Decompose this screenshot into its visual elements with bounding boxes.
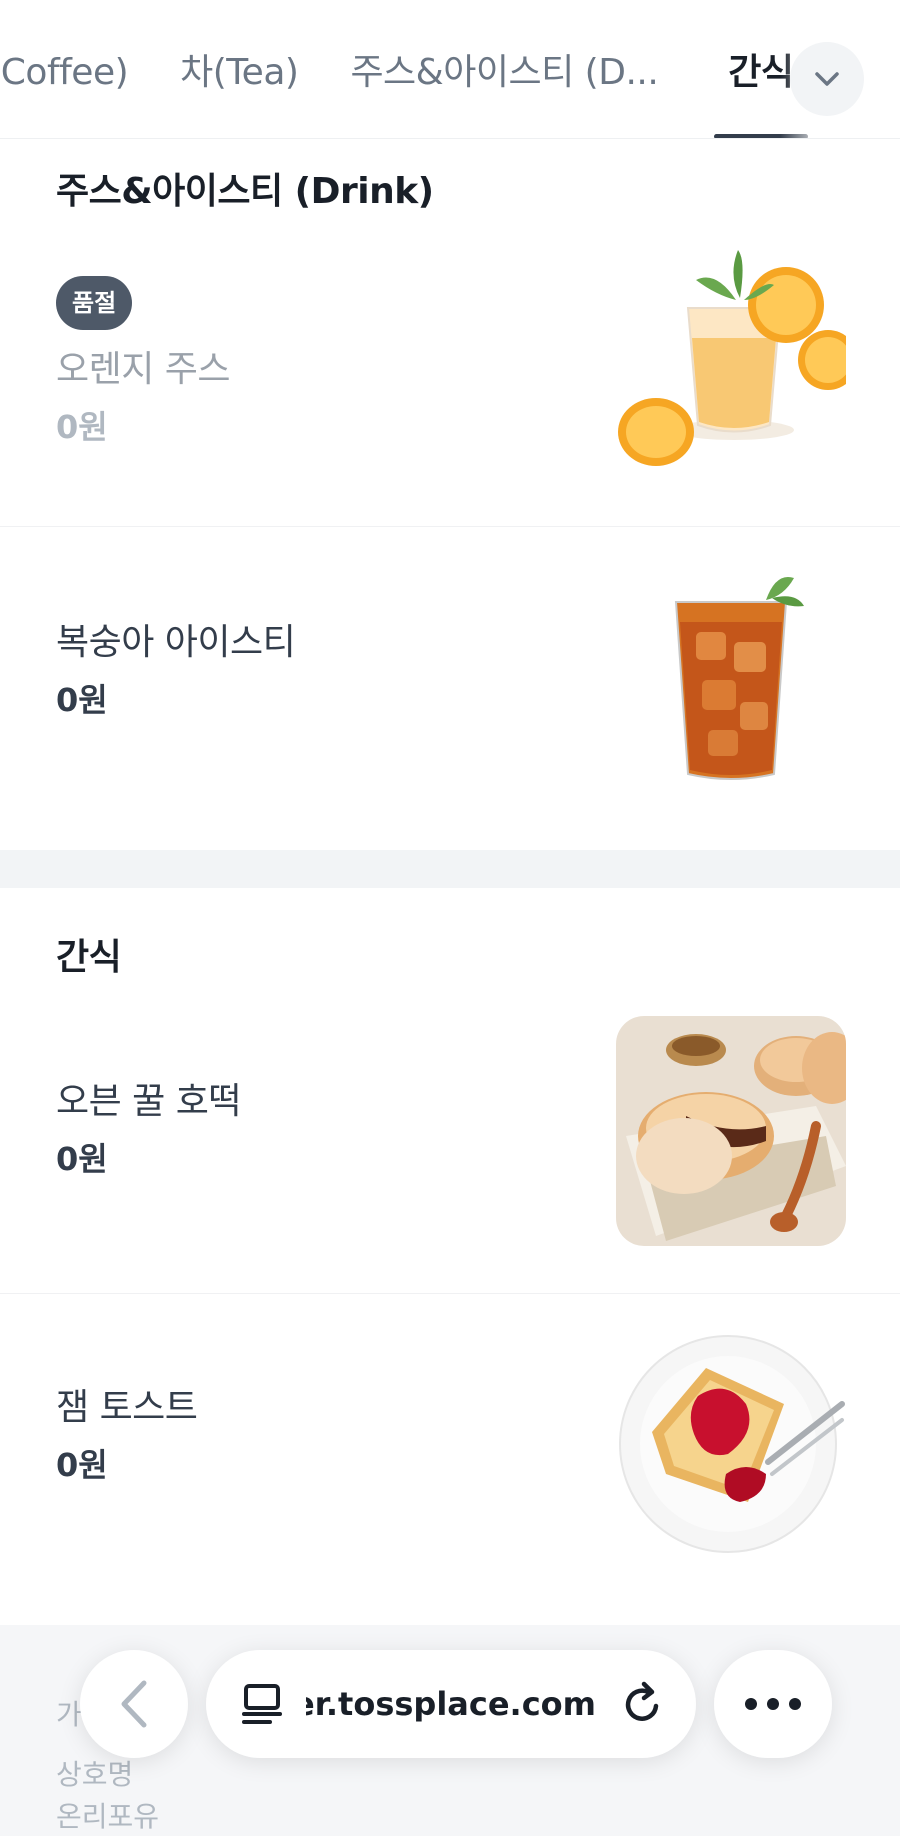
section-title: 간식 [56, 937, 122, 978]
footer-label: 가 [56, 1698, 82, 1731]
iced-tea-image [616, 562, 846, 792]
business-name-value: 온리포유 [56, 1800, 160, 1833]
page-menu-icon [242, 1684, 282, 1724]
tab-coffee[interactable]: 커피(Coffee) [0, 0, 154, 138]
tab-drink[interactable]: 주스&아이스티 (D... [324, 0, 684, 138]
jam-toast-image [616, 1334, 846, 1564]
menu-item-name: 잼 토스트 [56, 1387, 198, 1428]
menu-item-price: 0원 [56, 681, 108, 719]
section-divider [0, 850, 900, 888]
address-bar[interactable]: order.tossplace.com [206, 1650, 696, 1758]
category-tab-bar: 커피(Coffee) 차(Tea) 주스&아이스티 (D... 간식 [0, 0, 900, 139]
menu-item-name: 복숭아 아이스티 [56, 622, 296, 663]
reload-icon [625, 1681, 659, 1721]
menu-item-orange-juice[interactable]: 품절 오렌지 주스 0원 [0, 220, 900, 527]
category-tabs: 커피(Coffee) 차(Tea) 주스&아이스티 (D... 간식 [0, 0, 820, 138]
menu-item-peach-iced-tea[interactable]: 복숭아 아이스티 0원 [0, 527, 900, 850]
chevron-left-icon [121, 1680, 147, 1728]
orange-juice-image [616, 250, 846, 480]
menu-item-jam-toast[interactable]: 잼 토스트 0원 [0, 1294, 900, 1625]
menu-item-name: 오븐 꿀 호떡 [56, 1081, 242, 1122]
menu-item-price: 0원 [56, 1446, 108, 1484]
more-options-button[interactable] [714, 1650, 832, 1758]
menu-item-price: 0원 [56, 408, 108, 446]
business-name-label: 상호명 [56, 1758, 134, 1791]
menu-item-name: 오렌지 주스 [56, 349, 231, 390]
browser-back-button[interactable] [80, 1650, 188, 1758]
hotteok-image [616, 1016, 846, 1246]
menu-item-honey-hotteok[interactable]: 오븐 꿀 호떡 0원 [0, 980, 900, 1294]
tab-tea[interactable]: 차(Tea) [154, 0, 324, 138]
chevron-down-icon [815, 72, 839, 86]
sold-out-badge: 품절 [56, 276, 133, 330]
more-dots-icon [745, 1698, 801, 1710]
expand-categories-button[interactable] [790, 42, 864, 116]
url-text: order.tossplace.com [306, 1685, 596, 1723]
menu-item-price: 0원 [56, 1140, 108, 1178]
section-title: 주스&아이스티 (Drink) [56, 171, 434, 212]
